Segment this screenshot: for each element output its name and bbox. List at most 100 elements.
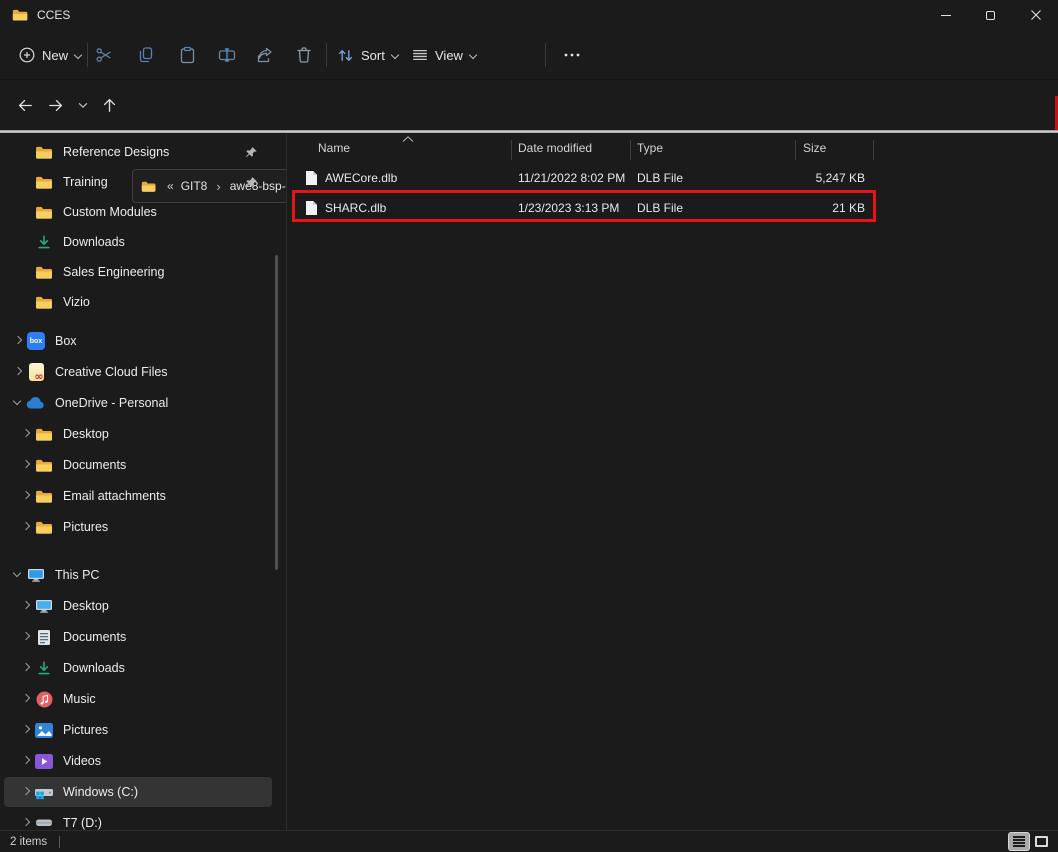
cut-button[interactable] bbox=[86, 38, 122, 72]
chevron-right-icon[interactable] bbox=[18, 784, 34, 800]
sidebar-item-onedrive-documents[interactable]: Documents bbox=[4, 450, 272, 480]
maximize-icon bbox=[986, 11, 995, 20]
sidebar-item-videos[interactable]: Videos bbox=[4, 746, 272, 776]
trash-icon bbox=[294, 45, 314, 65]
sidebar-item-custom-modules[interactable]: Custom Modules bbox=[4, 197, 272, 227]
copy-icon bbox=[136, 45, 156, 65]
sidebar-item-creative-cloud-files[interactable]: Creative Cloud Files bbox=[4, 357, 272, 387]
column-header-size[interactable]: Size bbox=[803, 141, 826, 155]
close-button[interactable] bbox=[1013, 0, 1058, 30]
sidebar-item-sales-engineering[interactable]: Sales Engineering bbox=[4, 257, 272, 287]
pin-icon bbox=[245, 176, 258, 189]
maximize-button[interactable] bbox=[968, 0, 1013, 30]
new-button[interactable]: New bbox=[12, 37, 89, 73]
back-button[interactable] bbox=[11, 91, 39, 119]
sidebar-item-label: This PC bbox=[55, 568, 99, 582]
sidebar-item-label: Custom Modules bbox=[63, 205, 157, 219]
sidebar-item-email-attachments[interactable]: Email attachments bbox=[4, 481, 272, 511]
delete-button[interactable] bbox=[286, 38, 322, 72]
column-resize-handle[interactable] bbox=[630, 140, 631, 160]
copy-button[interactable] bbox=[128, 38, 164, 72]
chevron-right-icon[interactable] bbox=[10, 364, 26, 380]
chevron-right-icon[interactable] bbox=[18, 629, 34, 645]
chevron-right-icon[interactable] bbox=[18, 598, 34, 614]
view-button[interactable]: View bbox=[405, 37, 484, 73]
rename-icon bbox=[217, 45, 237, 65]
paste-button[interactable] bbox=[170, 38, 206, 72]
chevron-right-icon[interactable] bbox=[18, 426, 34, 442]
videos-icon bbox=[34, 752, 54, 770]
sidebar-item-pictures[interactable]: Pictures bbox=[4, 715, 272, 745]
view-lines-icon bbox=[411, 46, 429, 64]
folder-icon bbox=[34, 293, 54, 311]
folder-icon bbox=[34, 173, 54, 191]
sidebar-item-box[interactable]: Box bbox=[4, 326, 272, 356]
sidebar-item-reference-designs[interactable]: Reference Designs bbox=[4, 137, 272, 167]
chevron-right-icon[interactable] bbox=[10, 333, 26, 349]
sidebar-item-documents[interactable]: Documents bbox=[4, 622, 272, 652]
share-button[interactable] bbox=[247, 38, 283, 72]
external-drive-icon bbox=[34, 814, 54, 830]
sidebar-item-training[interactable]: Training bbox=[4, 167, 272, 197]
folder-icon bbox=[12, 8, 29, 22]
address-row: « GIT8 › awe8-bsp-adi-21569-som › AWECor… bbox=[0, 80, 1058, 130]
box-icon bbox=[26, 332, 46, 350]
navigation-pane: Reference Designs Training Custom Module… bbox=[0, 133, 286, 830]
chevron-right-icon[interactable] bbox=[18, 519, 34, 535]
sidebar-item-label: Creative Cloud Files bbox=[55, 365, 168, 379]
recent-locations-button[interactable] bbox=[69, 91, 97, 119]
chevron-right-icon[interactable] bbox=[18, 660, 34, 676]
sort-button[interactable]: Sort bbox=[330, 37, 406, 73]
sidebar-item-windows-c[interactable]: Windows (C:) bbox=[4, 777, 272, 807]
chevron-right-icon[interactable] bbox=[18, 815, 34, 830]
column-header-date-modified[interactable]: Date modified bbox=[518, 141, 592, 155]
sidebar-item-label: OneDrive - Personal bbox=[55, 396, 168, 410]
sidebar-item-onedrive-desktop[interactable]: Desktop bbox=[4, 419, 272, 449]
file-row-awecore[interactable]: AWECore.dlb 11/21/2022 8:02 PM DLB File … bbox=[287, 163, 887, 193]
sidebar-item-desktop[interactable]: Desktop bbox=[4, 591, 272, 621]
column-header-name[interactable]: Name bbox=[318, 141, 350, 155]
sidebar-scrollbar[interactable] bbox=[275, 255, 278, 570]
folder-icon bbox=[34, 143, 54, 161]
sidebar-item-onedrive-pictures[interactable]: Pictures bbox=[4, 512, 272, 542]
pin-icon bbox=[245, 146, 258, 159]
download-icon bbox=[34, 233, 54, 251]
chevron-right-icon[interactable] bbox=[18, 753, 34, 769]
large-icons-view-button[interactable] bbox=[1031, 833, 1051, 850]
chevron-down-icon bbox=[75, 97, 91, 113]
chevron-right-icon[interactable] bbox=[18, 488, 34, 504]
sidebar-item-downloads-pc[interactable]: Downloads bbox=[4, 653, 272, 683]
arrow-up-icon bbox=[100, 96, 119, 115]
sidebar-item-label: Email attachments bbox=[63, 489, 166, 503]
chevron-right-icon[interactable] bbox=[18, 722, 34, 738]
sidebar-item-label: Sales Engineering bbox=[63, 265, 164, 279]
up-button[interactable] bbox=[95, 91, 123, 119]
chevron-right-icon[interactable] bbox=[18, 691, 34, 707]
sidebar-item-vizio[interactable]: Vizio bbox=[4, 287, 272, 317]
column-header-type[interactable]: Type bbox=[637, 141, 663, 155]
sidebar-item-this-pc[interactable]: This PC bbox=[4, 560, 272, 590]
sidebar-item-downloads[interactable]: Downloads bbox=[4, 227, 272, 257]
toolbar-divider bbox=[326, 43, 327, 67]
more-options-button[interactable] bbox=[554, 38, 590, 72]
sidebar-item-onedrive-personal[interactable]: OneDrive - Personal bbox=[4, 388, 272, 418]
details-view-button[interactable] bbox=[1009, 833, 1029, 850]
sidebar-item-label: Training bbox=[63, 175, 108, 189]
view-button-label: View bbox=[435, 48, 463, 63]
chevron-right-icon[interactable] bbox=[18, 457, 34, 473]
column-resize-handle[interactable] bbox=[795, 140, 796, 160]
minimize-button[interactable] bbox=[923, 0, 968, 30]
sidebar-item-t7-d[interactable]: T7 (D:) bbox=[4, 808, 272, 830]
rename-button[interactable] bbox=[209, 38, 245, 72]
column-resize-handle[interactable] bbox=[873, 140, 874, 160]
forward-button[interactable] bbox=[41, 91, 69, 119]
creative-cloud-icon bbox=[26, 363, 46, 381]
pictures-icon bbox=[34, 721, 54, 739]
large-icons-view-icon bbox=[1035, 836, 1048, 847]
chevron-down-icon[interactable] bbox=[10, 567, 26, 583]
chevron-down-icon[interactable] bbox=[10, 395, 26, 411]
sidebar-item-music[interactable]: Music bbox=[4, 684, 272, 714]
file-size: 5,247 KB bbox=[785, 171, 865, 185]
column-resize-handle[interactable] bbox=[511, 140, 512, 160]
sidebar-item-label: Pictures bbox=[63, 723, 108, 737]
